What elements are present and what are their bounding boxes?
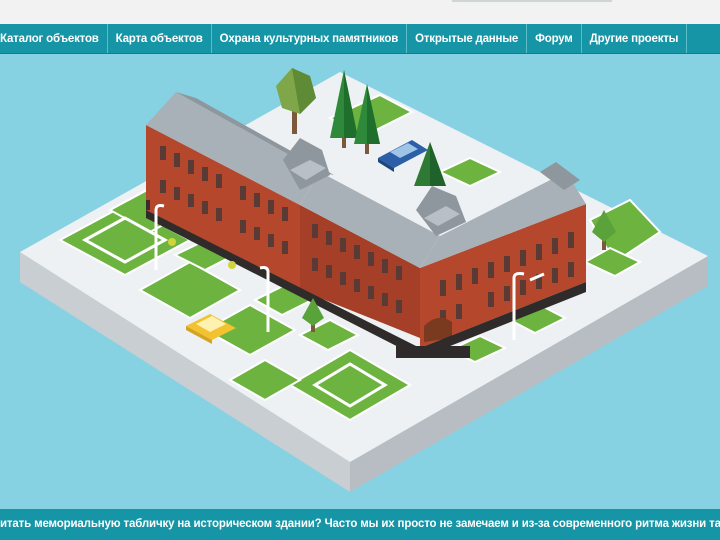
news-ticker-text[interactable]: итать мемориальную табличку на историчес… [0,509,720,540]
bush-icon [168,238,176,246]
nav-item-heritage-protection[interactable]: Охрана культурных памятников [212,24,408,53]
building-illustration [20,68,708,492]
nav-item-catalog[interactable]: Каталог объектов [0,24,108,53]
browser-top-strip [0,0,720,24]
nav-item-other-projects[interactable]: Другие проекты [582,24,688,53]
main-navigation: Каталог объектов Карта объектов Охрана к… [0,24,720,54]
bush-icon [228,261,236,269]
nav-item-map[interactable]: Карта объектов [108,24,212,53]
nav-item-open-data[interactable]: Открытые данные [407,24,528,53]
news-ticker-bar: итать мемориальную табличку на историчес… [0,509,720,540]
hero-banner [0,54,720,509]
nav-item-forum[interactable]: Форум [527,24,582,53]
search-bar-edge[interactable] [452,0,612,2]
